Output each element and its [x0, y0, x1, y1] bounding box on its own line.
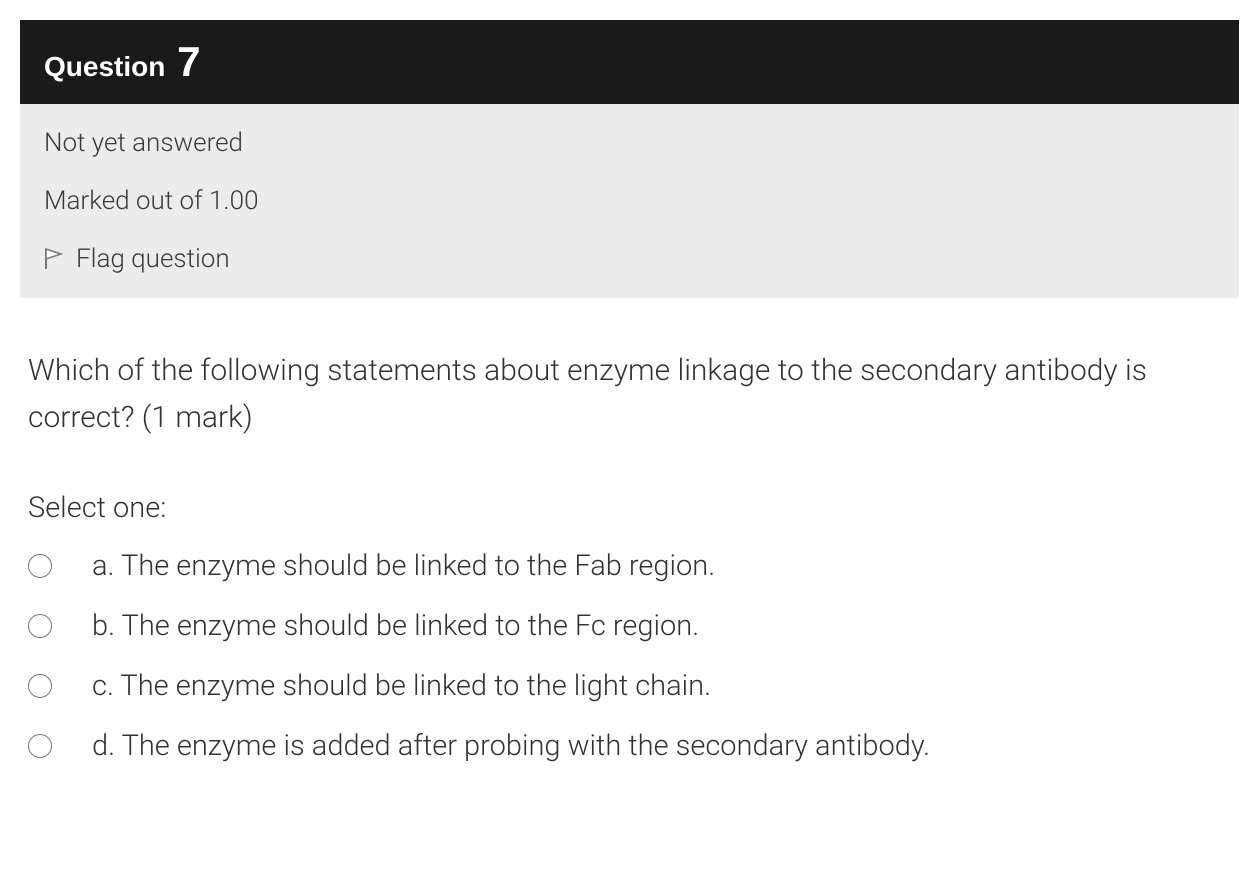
option-b[interactable]: b. The enzyme should be linked to the Fc…	[28, 609, 1231, 643]
radio-d[interactable]	[28, 734, 52, 758]
radio-a[interactable]	[28, 554, 52, 578]
marks-text: Marked out of 1.00	[44, 186, 1215, 216]
radio-c[interactable]	[28, 674, 52, 698]
option-d-text: d. The enzyme is added after probing wit…	[80, 729, 930, 763]
flag-icon	[44, 247, 64, 271]
question-text: Which of the following statements about …	[28, 348, 1231, 441]
option-a-text: a. The enzyme should be linked to the Fa…	[80, 549, 715, 583]
option-a[interactable]: a. The enzyme should be linked to the Fa…	[28, 549, 1231, 583]
option-b-text: b. The enzyme should be linked to the Fc…	[80, 609, 699, 643]
option-d[interactable]: d. The enzyme is added after probing wit…	[28, 729, 1231, 763]
option-c-text: c. The enzyme should be linked to the li…	[80, 669, 711, 703]
info-panel: Not yet answered Marked out of 1.00 Flag…	[20, 104, 1239, 298]
flag-label: Flag question	[76, 244, 230, 274]
question-container: Question 7 Not yet answered Marked out o…	[0, 0, 1259, 783]
option-c[interactable]: c. The enzyme should be linked to the li…	[28, 669, 1231, 703]
question-body: Which of the following statements about …	[20, 298, 1239, 763]
question-header: Question 7	[20, 20, 1239, 104]
radio-b[interactable]	[28, 614, 52, 638]
question-number: 7	[177, 38, 200, 85]
select-label: Select one:	[28, 491, 1231, 525]
options-list: a. The enzyme should be linked to the Fa…	[28, 549, 1231, 763]
flag-question-link[interactable]: Flag question	[44, 244, 1215, 274]
status-text: Not yet answered	[44, 128, 1215, 158]
question-label: Question	[44, 51, 165, 82]
